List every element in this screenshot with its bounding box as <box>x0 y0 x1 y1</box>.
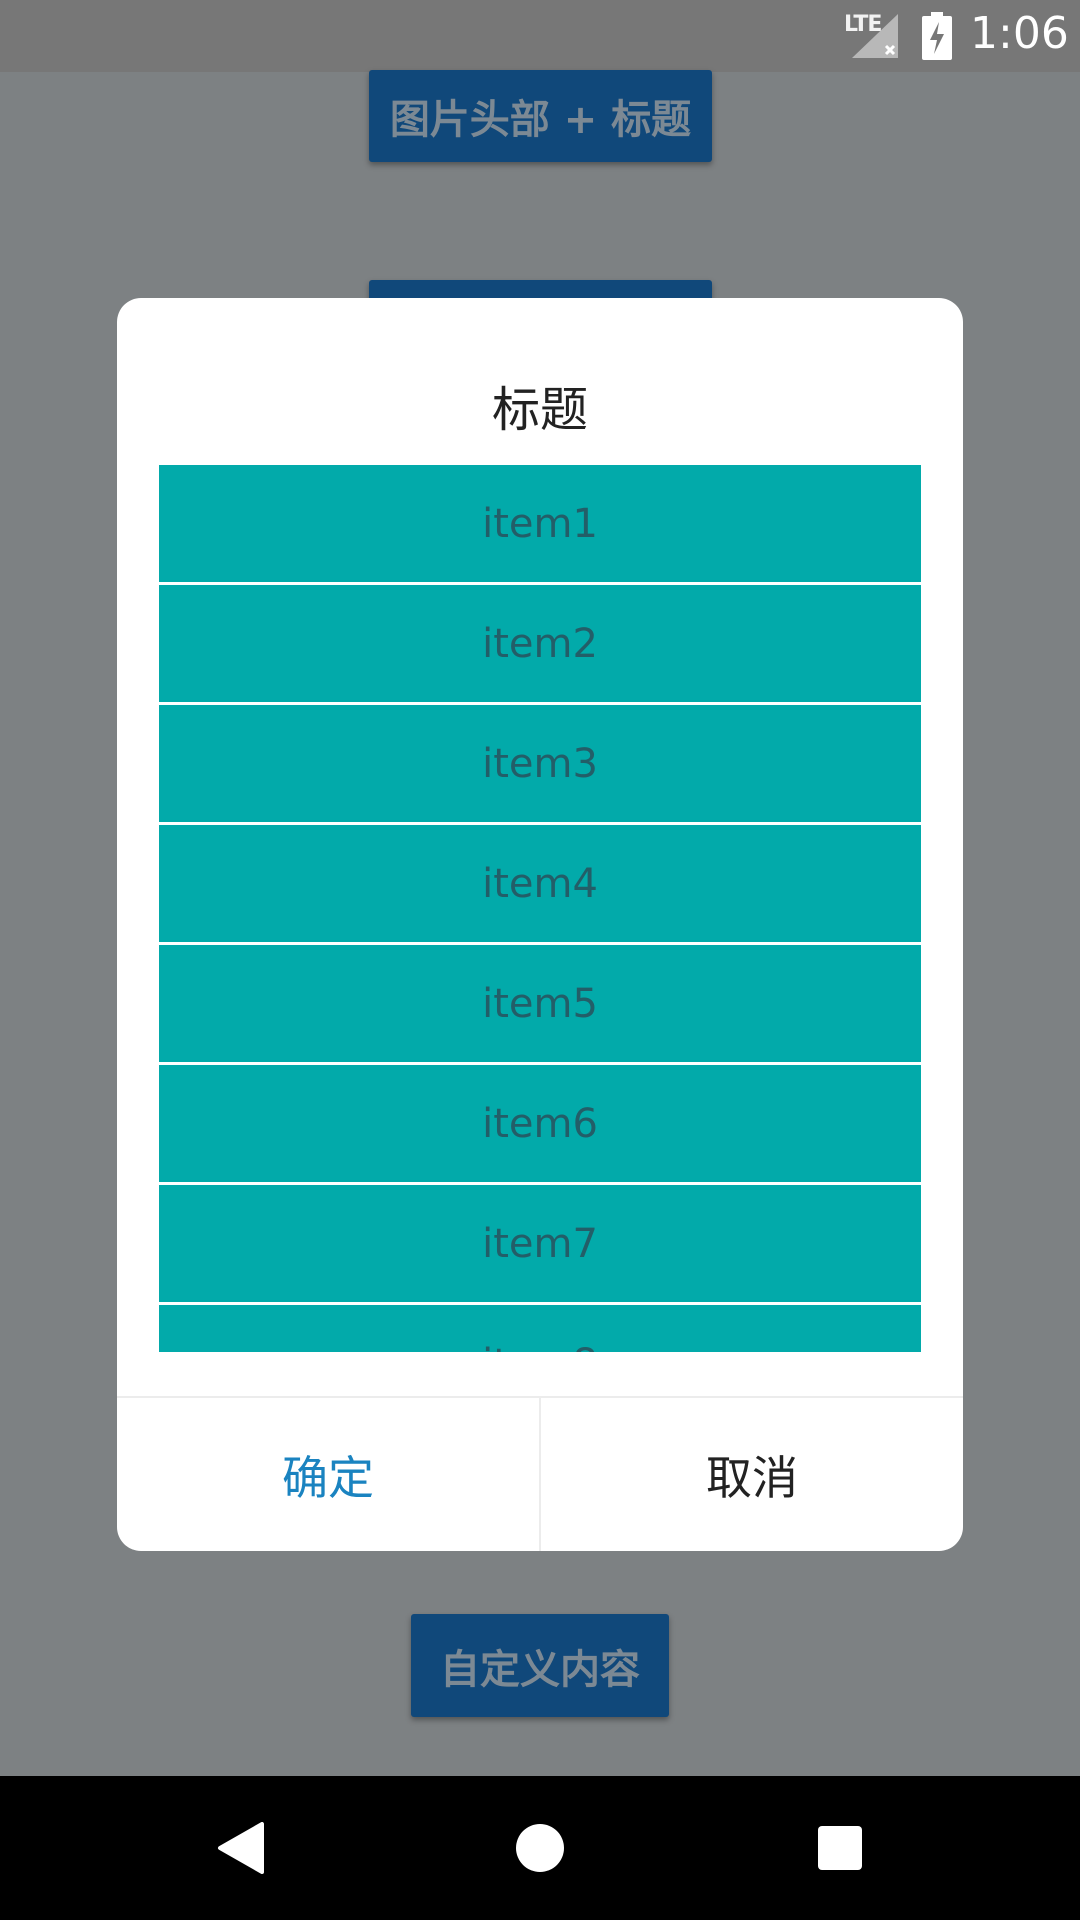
item-list[interactable]: item1 item2 item3 item4 item5 item6 item… <box>159 465 921 1352</box>
list-item[interactable]: item8 <box>159 1305 921 1352</box>
battery-charging-icon <box>922 12 952 60</box>
list-item[interactable]: item2 <box>159 585 921 702</box>
list-item[interactable]: item1 <box>159 465 921 582</box>
clock: 1:06 <box>970 8 1069 59</box>
list-item[interactable]: item4 <box>159 825 921 942</box>
confirm-button[interactable]: 确定 <box>117 1398 539 1551</box>
signal-icon <box>852 14 898 58</box>
list-item[interactable]: item5 <box>159 945 921 1062</box>
list-item[interactable]: item3 <box>159 705 921 822</box>
dialog-title: 标题 <box>491 382 588 438</box>
recents-icon[interactable] <box>818 1826 862 1870</box>
custom-content-button[interactable]: 自定义内容 <box>411 1614 669 1717</box>
cancel-button[interactable]: 取消 <box>541 1398 963 1551</box>
home-icon[interactable] <box>516 1824 564 1872</box>
dialog: 标题 item1 item2 item3 item4 item5 item6 i… <box>117 298 963 1551</box>
list-item[interactable]: item7 <box>159 1185 921 1302</box>
image-header-title-button[interactable]: 图片头部 + 标题 <box>369 70 712 162</box>
back-icon[interactable] <box>216 1822 266 1874</box>
status-bar: LTE 1:06 <box>0 0 1080 72</box>
list-item[interactable]: item6 <box>159 1065 921 1182</box>
